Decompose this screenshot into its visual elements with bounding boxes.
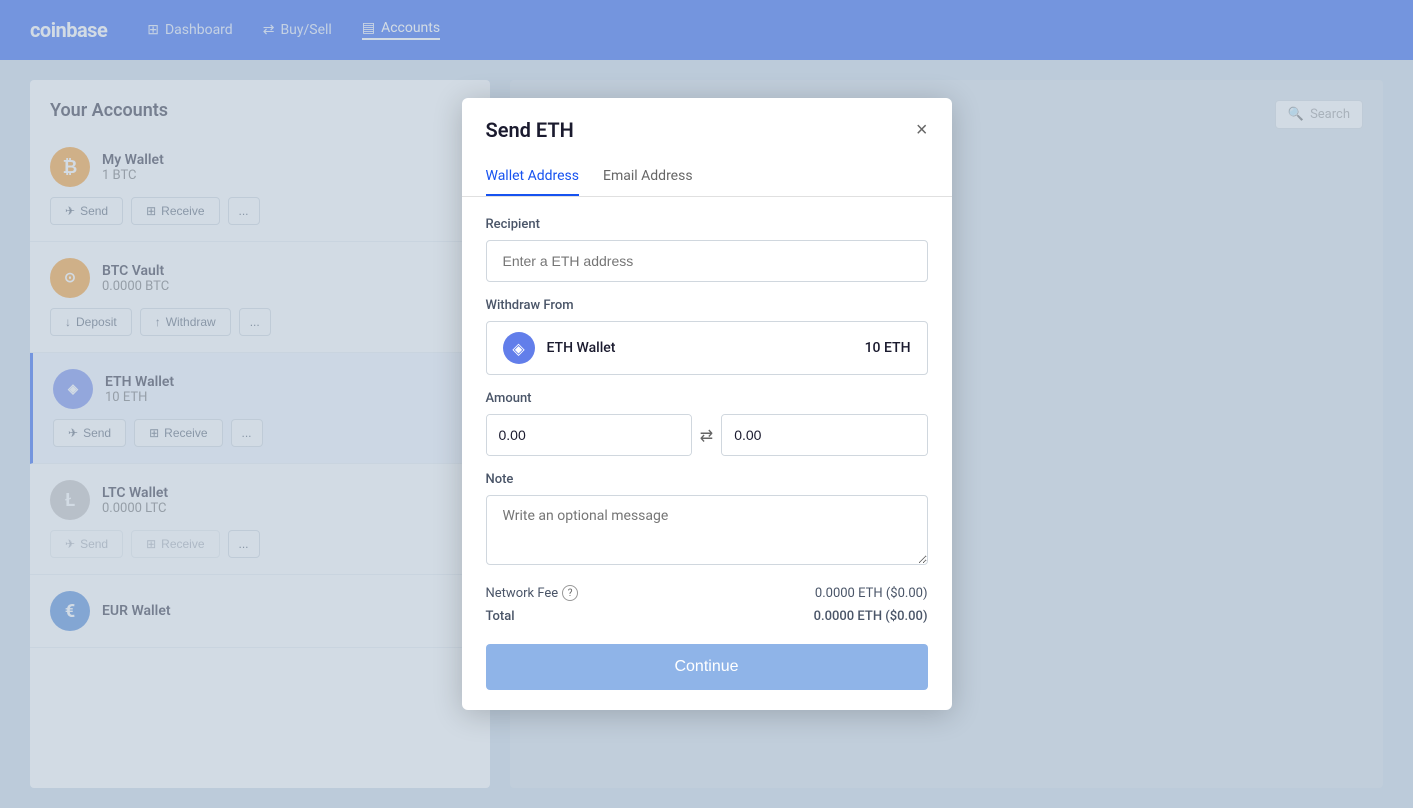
modal-tabs: Wallet Address Email Address bbox=[462, 158, 952, 197]
amount-label: Amount bbox=[486, 391, 928, 406]
network-fee-help[interactable]: ? bbox=[562, 585, 578, 601]
amount-usd-wrap: USD bbox=[486, 414, 692, 456]
withdraw-from-label: Withdraw From bbox=[486, 298, 928, 313]
close-button[interactable]: × bbox=[916, 120, 928, 140]
wallet-selector-balance: 10 ETH bbox=[865, 340, 911, 356]
network-fee-label: Network Fee ? bbox=[486, 585, 579, 601]
modal-overlay: Send ETH × Wallet Address Email Address … bbox=[0, 0, 1413, 808]
continue-button[interactable]: Continue bbox=[486, 644, 928, 690]
note-textarea[interactable] bbox=[486, 495, 928, 565]
note-label: Note bbox=[486, 472, 928, 487]
total-row: Total 0.0000 ETH ($0.00) bbox=[486, 609, 928, 624]
network-fee-row: Network Fee ? 0.0000 ETH ($0.00) bbox=[486, 585, 928, 601]
tab-email-address[interactable]: Email Address bbox=[603, 158, 693, 196]
recipient-input[interactable] bbox=[486, 240, 928, 282]
total-value: 0.0000 ETH ($0.00) bbox=[814, 609, 928, 624]
modal-body: Recipient Withdraw From ◈ ETH Wallet 10 … bbox=[462, 197, 952, 710]
wallet-selector[interactable]: ◈ ETH Wallet 10 ETH bbox=[486, 321, 928, 375]
modal-title: Send ETH bbox=[486, 118, 574, 142]
wallet-selector-icon: ◈ bbox=[503, 332, 535, 364]
network-fee-value: 0.0000 ETH ($0.00) bbox=[815, 586, 928, 601]
swap-icon[interactable]: ⇄ bbox=[700, 426, 713, 445]
tab-wallet-address[interactable]: Wallet Address bbox=[486, 158, 580, 196]
send-eth-modal: Send ETH × Wallet Address Email Address … bbox=[462, 98, 952, 710]
amount-row: USD ⇄ ETH bbox=[486, 414, 928, 456]
modal-header: Send ETH × bbox=[462, 98, 952, 158]
total-label: Total bbox=[486, 609, 515, 624]
wallet-selector-name: ETH Wallet bbox=[547, 340, 853, 356]
amount-eth-wrap: ETH bbox=[721, 414, 927, 456]
recipient-label: Recipient bbox=[486, 217, 928, 232]
amount-usd-input[interactable] bbox=[487, 415, 692, 455]
amount-eth-input[interactable] bbox=[722, 415, 927, 455]
